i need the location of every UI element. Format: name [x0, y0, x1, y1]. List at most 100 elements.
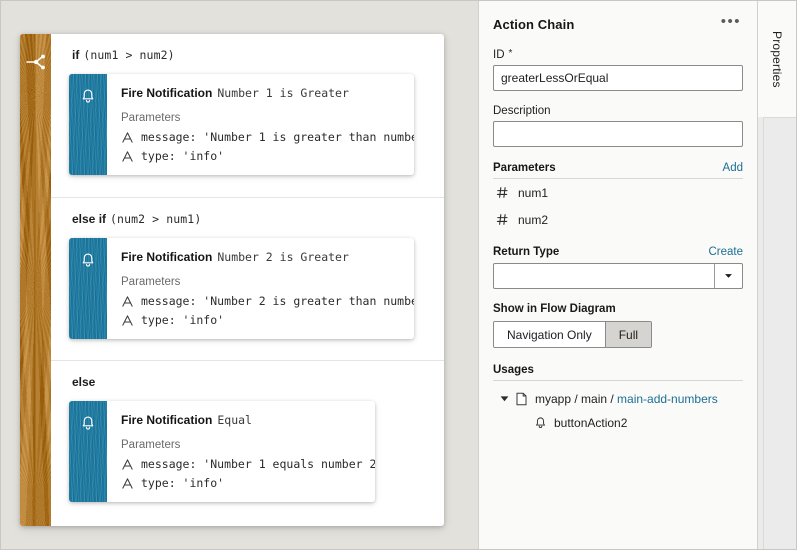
branch-expression: (num2 > num1): [110, 212, 202, 226]
parameters-section-title: Parameters: [493, 162, 556, 174]
branch-condition: else if (num2 > num1): [51, 211, 444, 227]
parameter-row: type: 'info': [121, 476, 365, 490]
return-type-dropdown-button[interactable]: [714, 264, 742, 288]
branch-else-if[interactable]: else if (num2 > num1) Fire Notification Nu…: [51, 197, 444, 360]
create-return-type-link[interactable]: Create: [708, 246, 743, 258]
action-card-body: Fire Notification Equal Parameters messag…: [107, 401, 375, 502]
flow-canvas[interactable]: if (num1 > num2) Fire Notification Number …: [1, 1, 478, 549]
tab-properties[interactable]: Properties: [758, 1, 796, 117]
branch-condition: if (num1 > num2): [51, 47, 444, 63]
bell-icon: [82, 253, 94, 267]
parameter-row: message: 'Number 1 is greater than numbe…: [121, 130, 414, 144]
string-type-icon: [122, 458, 133, 470]
parameter-name: num1: [518, 185, 549, 200]
bell-icon: [82, 89, 94, 103]
action-name: Equal: [217, 413, 252, 427]
parameter-list-item[interactable]: num2: [493, 206, 743, 233]
number-type-icon: [496, 187, 508, 198]
show-in-flow-diagram-toggle[interactable]: Navigation Only Full: [493, 321, 653, 348]
parameters-label: Parameters: [121, 276, 181, 288]
parameter-row: type: 'info': [121, 149, 404, 163]
action-card-accent: [69, 74, 107, 175]
id-field-label: ID *: [493, 48, 743, 62]
action-title: Fire Notification Number 2 is Greater: [121, 250, 404, 265]
toggle-navigation-only[interactable]: Navigation Only: [494, 322, 605, 347]
parameter-text: type: 'info': [141, 476, 225, 490]
branch-if[interactable]: if (num1 > num2) Fire Notification Number …: [51, 34, 444, 197]
add-parameter-link[interactable]: Add: [723, 162, 743, 174]
branch-expression: (num1 > num2): [83, 48, 175, 62]
switch-block-card[interactable]: if (num1 > num2) Fire Notification Number …: [20, 34, 444, 526]
branch-else[interactable]: else Fire Notification Equal Parameters …: [51, 360, 444, 525]
string-type-icon: [122, 295, 133, 307]
parameter-text: type: 'info': [141, 149, 225, 163]
id-label-text: ID: [493, 49, 505, 61]
string-type-icon: [122, 314, 133, 326]
description-label-text: Description: [493, 105, 551, 117]
action-card-accent: [69, 238, 107, 339]
number-type-icon: [496, 214, 508, 225]
action-card-accent: [69, 401, 107, 502]
action-card[interactable]: Fire Notification Number 2 is Greater Par…: [69, 238, 414, 339]
parameter-name: num2: [518, 212, 549, 227]
branch-condition: else: [51, 374, 444, 390]
parameters-label: Parameters: [121, 112, 181, 124]
rail-empty-area: [763, 117, 796, 549]
return-type-header: Return Type Create: [493, 246, 743, 258]
parameter-list-item[interactable]: num1: [493, 179, 743, 206]
panel-header: Action Chain •••: [493, 1, 743, 35]
return-type-select[interactable]: [493, 263, 743, 289]
string-type-icon: [122, 150, 133, 162]
branch-switch-icon: [25, 54, 45, 70]
properties-panel: Action Chain ••• ID * Description Parame…: [478, 1, 757, 549]
bell-icon: [82, 416, 94, 430]
branch-keyword: else: [72, 375, 96, 389]
usage-item[interactable]: myapp / main / main-add-numbers: [493, 386, 743, 411]
chevron-down-icon: [725, 274, 732, 278]
action-title: Fire Notification Equal: [121, 413, 365, 428]
triangle-down-icon[interactable]: [499, 393, 510, 404]
return-type-label: Return Type: [493, 246, 560, 258]
action-card-body: Fire Notification Number 2 is Greater Par…: [107, 238, 414, 339]
bell-icon: [535, 417, 546, 429]
action-card[interactable]: Fire Notification Number 1 is Greater Par…: [69, 74, 414, 175]
overflow-menu-icon[interactable]: •••: [715, 14, 743, 33]
parameter-text: message: 'Number 2 is greater than numbe…: [141, 294, 414, 308]
parameter-row: type: 'info': [121, 313, 404, 327]
parameters-label: Parameters: [121, 439, 181, 451]
show-in-flow-diagram-label: Show in Flow Diagram: [493, 303, 616, 315]
description-field-label: Description: [493, 105, 743, 117]
usage-path-link[interactable]: main-add-numbers: [617, 392, 718, 406]
description-input[interactable]: [493, 121, 743, 147]
switch-block-gutter: [20, 34, 51, 526]
string-type-icon: [122, 477, 133, 489]
panel-title: Action Chain: [493, 16, 575, 32]
action-card[interactable]: Fire Notification Equal Parameters messag…: [69, 401, 375, 502]
usage-path: myapp / main / main-add-numbers: [535, 392, 718, 406]
parameter-text: message: 'Number 1 is greater than numbe…: [141, 130, 414, 144]
parameters-section-header: Parameters Add: [493, 162, 743, 179]
action-name: Number 2 is Greater: [217, 250, 349, 264]
id-input[interactable]: [493, 65, 743, 91]
branch-keyword: else if: [72, 212, 107, 226]
usage-child-label: buttonAction2: [554, 416, 628, 430]
string-type-icon: [122, 131, 133, 143]
toggle-full[interactable]: Full: [604, 322, 652, 347]
usage-child-item[interactable]: buttonAction2: [493, 411, 743, 435]
action-type-label: Fire Notification: [121, 86, 213, 100]
action-type-label: Fire Notification: [121, 250, 213, 264]
action-card-body: Fire Notification Number 1 is Greater Par…: [107, 74, 414, 175]
parameter-text: message: 'Number 1 equals number 2.': [141, 457, 375, 471]
action-type-label: Fire Notification: [121, 413, 213, 427]
parameter-row: message: 'Number 2 is greater than numbe…: [121, 294, 414, 308]
action-title: Fire Notification Number 1 is Greater: [121, 86, 404, 101]
usages-section-title: Usages: [493, 364, 743, 381]
parameter-text: type: 'info': [141, 313, 225, 327]
page-icon: [516, 392, 527, 405]
usage-path-prefix: myapp / main /: [535, 391, 618, 406]
tab-properties-label: Properties: [770, 30, 784, 88]
parameter-row: message: 'Number 1 equals number 2.': [121, 457, 375, 471]
action-name: Number 1 is Greater: [217, 86, 349, 100]
required-marker: *: [508, 48, 513, 59]
action-chain-editor: if (num1 > num2) Fire Notification Number …: [0, 0, 797, 550]
